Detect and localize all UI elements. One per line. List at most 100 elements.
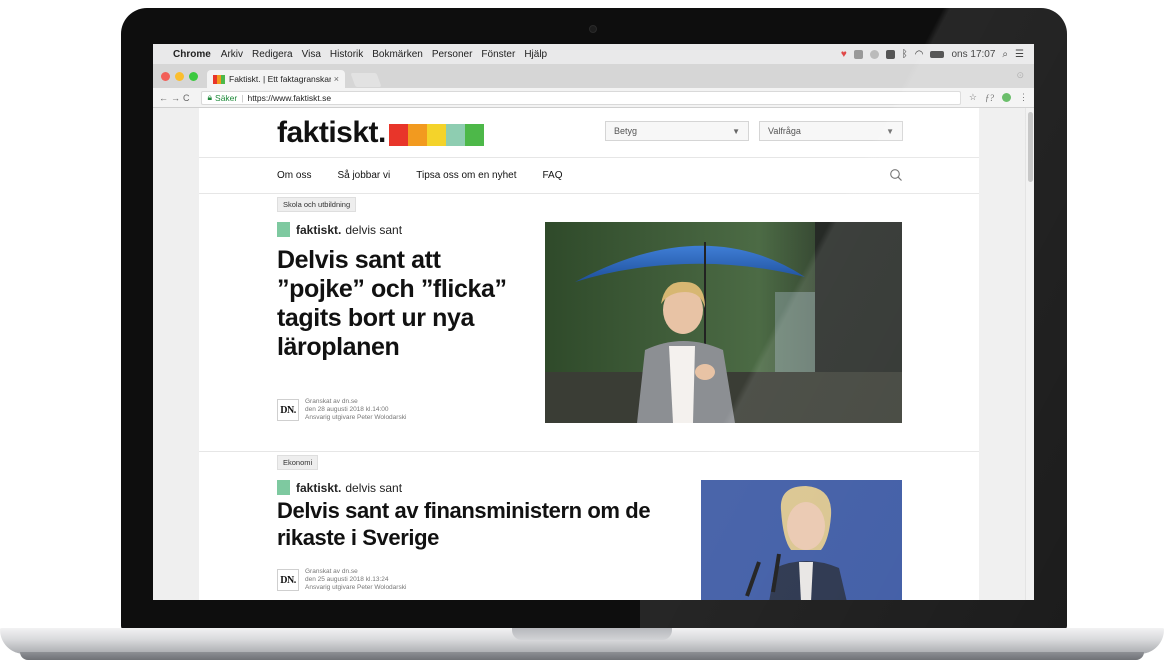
article-photo[interactable]: [701, 480, 902, 600]
meta-date: den 25 augusti 2018 kl.13:24: [305, 576, 389, 583]
secure-label[interactable]: Säker: [215, 93, 237, 103]
lock-icon[interactable]: 🔒︎: [208, 92, 213, 103]
verdict-text: delvis sant: [345, 222, 403, 237]
nav-buttons: ←→C: [159, 93, 193, 103]
separator: |: [241, 92, 244, 103]
back-icon[interactable]: ←: [159, 93, 171, 103]
battery-icon[interactable]: [930, 50, 945, 58]
site-logo[interactable]: faktiskt.: [277, 118, 484, 148]
nav-faq[interactable]: FAQ: [543, 170, 563, 181]
search-icon[interactable]: [889, 168, 903, 182]
menu-redigera[interactable]: Redigera: [252, 49, 293, 60]
nav-tipsa-oss[interactable]: Tipsa oss om en nyhet: [416, 170, 516, 181]
extension-f-icon[interactable]: ƒ?: [985, 93, 994, 103]
verdict-label: faktiskt. delvis sant: [277, 222, 402, 237]
verdict-label: faktiskt. delvis sant: [277, 480, 402, 495]
verdict-brand: faktiskt.: [296, 480, 342, 495]
menu-app-name[interactable]: Chrome: [173, 49, 211, 60]
verdict-brand: faktiskt.: [296, 222, 342, 237]
wifi-icon[interactable]: ◠: [915, 49, 924, 60]
menu-arkiv[interactable]: Arkiv: [221, 49, 243, 60]
logo-bar-yellow: [426, 124, 446, 146]
site-header: faktiskt. Betyg ▼ Valfråga ▼: [199, 108, 979, 158]
bookmark-star-icon[interactable]: ☆: [969, 92, 977, 103]
screen: Chrome Arkiv Redigera Visa Historik Bokm…: [153, 44, 1034, 600]
profile-icon[interactable]: ⊙: [1016, 70, 1024, 81]
menu-personer[interactable]: Personer: [432, 49, 473, 60]
bluetooth-icon[interactable]: ᛒ: [902, 49, 908, 60]
web-viewport: faktiskt. Betyg ▼ Valfråga ▼ Om oss Så j…: [153, 108, 1034, 600]
photo-minister-speaking: [701, 480, 902, 600]
laptop-mockup: Chrome Arkiv Redigera Visa Historik Bokm…: [0, 0, 1164, 668]
laptop-base-bottom: [20, 652, 1144, 660]
article-card[interactable]: Ekonomi faktiskt. delvis sant Delvis san…: [199, 452, 979, 600]
page-scrollbar[interactable]: [1025, 108, 1034, 600]
logo-bar-mint: [445, 124, 465, 146]
logo-bar-green: [464, 124, 484, 146]
nav-om-oss[interactable]: Om oss: [277, 170, 311, 181]
notification-center-icon[interactable]: ☰: [1015, 49, 1024, 60]
rating-select[interactable]: Betyg ▼: [605, 121, 749, 141]
forward-icon[interactable]: →: [171, 93, 183, 103]
meta-reviewed-by: Granskat av dn.se: [305, 568, 358, 575]
omnibox[interactable]: 🔒︎ Säker | https://www.faktiskt.se: [200, 90, 961, 105]
minimize-window-icon[interactable]: [175, 72, 184, 81]
chevron-down-icon: ▼: [732, 126, 740, 136]
cloud-icon[interactable]: [869, 49, 879, 59]
article-headline[interactable]: Delvis sant av finansministern om de rik…: [277, 497, 697, 551]
election-question-select-value: Valfråga: [768, 126, 801, 136]
menu-historik[interactable]: Historik: [330, 49, 363, 60]
filter-selects: Betyg ▼ Valfråga ▼: [605, 121, 903, 141]
spotlight-icon[interactable]: ⌕: [1002, 49, 1008, 60]
extension-green-icon[interactable]: [1002, 93, 1011, 102]
app-tray-icon[interactable]: [885, 49, 895, 59]
meta-publisher: Ansvarig utgivare Peter Wolodarski: [305, 414, 407, 421]
category-tag[interactable]: Ekonomi: [277, 455, 319, 470]
article-meta: Granskat av dn.se den 25 augusti 2018 kl…: [305, 568, 406, 592]
scrollbar-thumb[interactable]: [1028, 112, 1033, 182]
rating-select-value: Betyg: [614, 126, 638, 136]
camera-dot: [589, 25, 597, 33]
menu-hjalp[interactable]: Hjälp: [524, 49, 547, 60]
close-window-icon[interactable]: [161, 72, 170, 81]
menu-visa[interactable]: Visa: [302, 49, 321, 60]
article-byline: DN. Granskat av dn.se den 28 augusti 201…: [277, 398, 406, 422]
screenshare-icon[interactable]: [853, 49, 863, 59]
mac-menubar: Chrome Arkiv Redigera Visa Historik Bokm…: [153, 44, 1034, 64]
chevron-down-icon: ▼: [886, 126, 894, 136]
nav-sa-jobbar-vi[interactable]: Så jobbar vi: [337, 170, 390, 181]
reload-icon[interactable]: C: [183, 93, 193, 103]
new-tab-button[interactable]: [350, 73, 382, 87]
dn-logo: DN.: [277, 399, 299, 421]
article-meta: Granskat av dn.se den 28 augusti 2018 kl…: [305, 398, 406, 422]
category-tag[interactable]: Skola och utbildning: [277, 197, 357, 212]
verdict-text: delvis sant: [345, 480, 403, 495]
window-controls: [161, 72, 198, 81]
verdict-color-swatch: [277, 222, 290, 237]
site-nav: Om oss Så jobbar vi Tipsa oss om en nyhe…: [199, 158, 979, 194]
logo-text: faktiskt.: [277, 116, 386, 149]
address-toolbar: ←→C 🔒︎ Säker | https://www.faktiskt.se ☆…: [153, 88, 1034, 108]
laptop-opening-notch: [512, 628, 672, 640]
menu-bokmarken[interactable]: Bokmärken: [372, 49, 423, 60]
zoom-window-icon[interactable]: [189, 72, 198, 81]
toolbar-actions: ☆ ƒ? ⋮: [969, 92, 1028, 103]
article-card[interactable]: Skola och utbildning faktiskt. delvis sa…: [199, 194, 979, 452]
meta-reviewed-by: Granskat av dn.se: [305, 398, 358, 405]
chrome-menu-icon[interactable]: ⋮: [1019, 92, 1028, 103]
heart-icon[interactable]: ♥: [841, 49, 847, 60]
faktiskt-favicon-icon: [213, 74, 225, 84]
browser-tab-active[interactable]: Faktiskt. | Ett faktagranskande ×: [207, 70, 345, 88]
logo-bar-red: [388, 124, 408, 146]
close-tab-icon[interactable]: ×: [334, 74, 339, 84]
tab-strip: Faktiskt. | Ett faktagranskande × ⊙: [153, 64, 1034, 88]
article-photo[interactable]: [545, 222, 902, 423]
menu-fonster[interactable]: Fönster: [481, 49, 515, 60]
photo-woman-umbrella: [545, 222, 902, 423]
tab-title: Faktiskt. | Ett faktagranskande: [229, 74, 331, 84]
election-question-select[interactable]: Valfråga ▼: [759, 121, 903, 141]
menubar-clock[interactable]: ons 17:07: [951, 49, 995, 60]
url-text[interactable]: https://www.faktiskt.se: [247, 93, 331, 103]
article-headline[interactable]: Delvis sant att ”pojke” och ”flicka” tag…: [277, 246, 527, 362]
menubar-status: ♥ ᛒ ◠ ons 17:07 ⌕ ☰: [841, 49, 1024, 60]
